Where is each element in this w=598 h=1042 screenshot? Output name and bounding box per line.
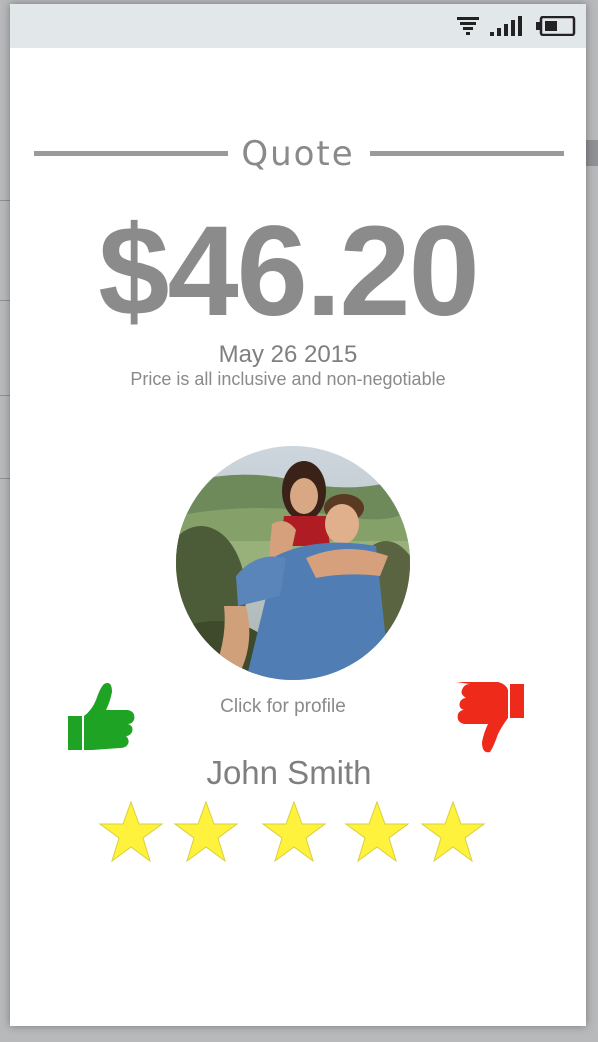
price-note: Price is all inclusive and non-negotiabl… [130, 369, 446, 389]
star-icon-3[interactable] [261, 800, 327, 864]
star-icon-2[interactable] [173, 800, 239, 864]
quote-screen: Quote $46.20 May 26 2015 Price is all in… [10, 4, 586, 1026]
thumbs-down-icon[interactable] [454, 682, 526, 754]
thumbs-up-icon[interactable] [66, 680, 138, 752]
profile-photo-image [176, 446, 410, 680]
star-icon-5[interactable] [420, 800, 486, 864]
quote-price: $46.20 [98, 200, 480, 343]
battery-icon [536, 16, 576, 36]
star-icon-1[interactable] [98, 800, 164, 864]
provider-name: John Smith [206, 754, 372, 791]
status-bar [10, 4, 586, 48]
background-edge [586, 140, 598, 166]
title-divider-right [370, 151, 564, 156]
star-icon-4[interactable] [344, 800, 410, 864]
profile-photo[interactable] [176, 446, 410, 680]
rating-stars [10, 800, 586, 870]
quote-date: May 26 2015 [218, 341, 358, 368]
wifi-icon [457, 17, 479, 35]
profile-link[interactable]: Click for profile [160, 696, 406, 718]
signal-icon [490, 16, 522, 36]
